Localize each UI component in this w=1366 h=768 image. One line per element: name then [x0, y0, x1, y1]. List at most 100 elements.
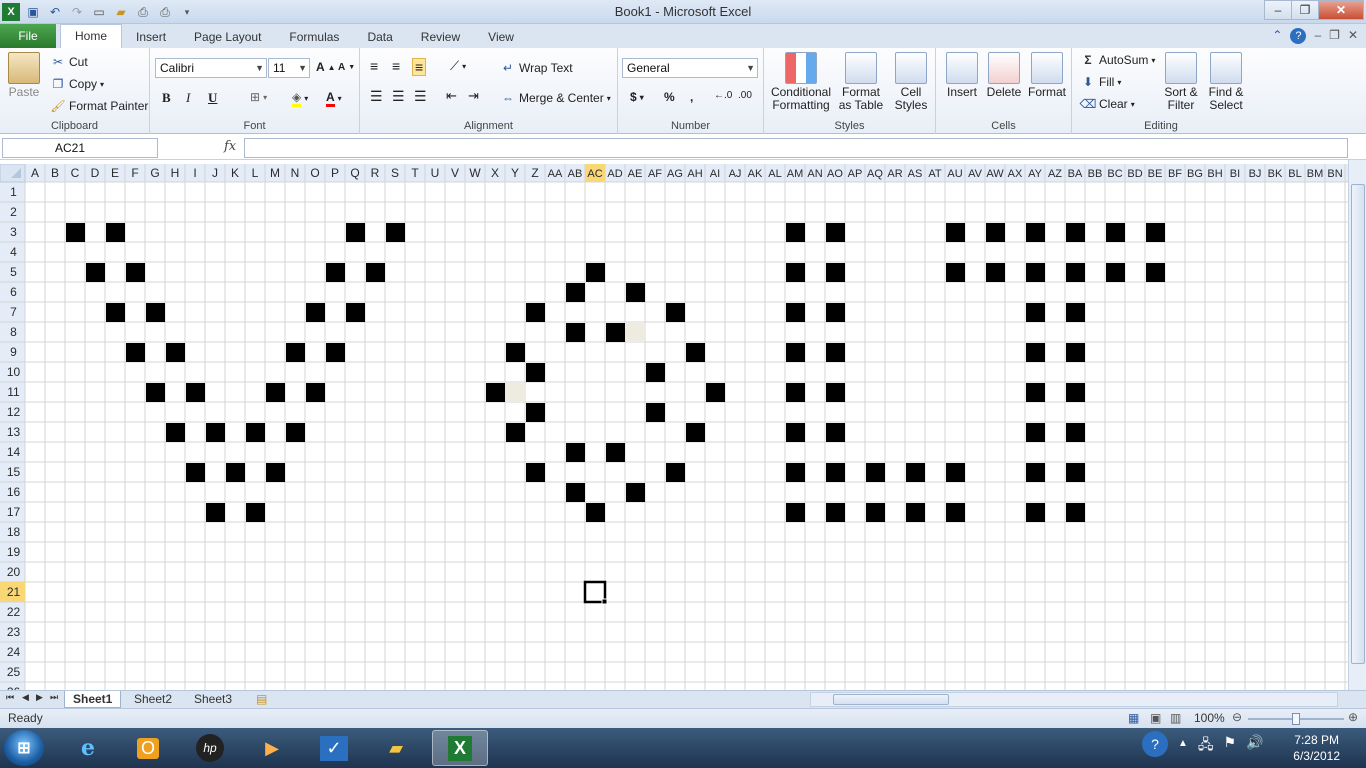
- filled-cell-F5[interactable]: [126, 263, 145, 282]
- filled-cell-AM3[interactable]: [786, 223, 805, 242]
- column-header-AL[interactable]: AL: [768, 168, 781, 180]
- filled-cell-AU17[interactable]: [946, 503, 965, 522]
- column-header-F[interactable]: F: [131, 166, 138, 180]
- filled-cell-R5[interactable]: [366, 263, 385, 282]
- page-break-view-icon[interactable]: ▥: [1170, 711, 1181, 725]
- row-header-20[interactable]: 20: [7, 565, 21, 579]
- column-header-E[interactable]: E: [111, 166, 119, 180]
- format-as-table-button[interactable]: Format as Table: [836, 52, 886, 112]
- column-header-J[interactable]: J: [212, 166, 218, 180]
- filled-cell-AU15[interactable]: [946, 463, 965, 482]
- borders-button[interactable]: ⊞ ▾: [250, 90, 267, 104]
- filled-cell-AD14[interactable]: [606, 443, 625, 462]
- column-header-AM[interactable]: AM: [787, 168, 804, 180]
- filled-cell-AU3[interactable]: [946, 223, 965, 242]
- sheet-tab-1[interactable]: Sheet1: [64, 691, 122, 708]
- column-header-AX[interactable]: AX: [1008, 168, 1023, 180]
- filled-cell-AG15[interactable]: [666, 463, 685, 482]
- column-header-AN[interactable]: AN: [807, 168, 822, 180]
- row-header-22[interactable]: 22: [7, 605, 21, 619]
- filled-cell-M11[interactable]: [266, 383, 285, 402]
- filled-cell-AC17[interactable]: [586, 503, 605, 522]
- filled-cell-O7[interactable]: [306, 303, 325, 322]
- filled-cell-AO7[interactable]: [826, 303, 845, 322]
- insert-sheet-icon[interactable]: ▤: [248, 691, 275, 708]
- row-header-13[interactable]: 13: [7, 425, 21, 439]
- row-header-16[interactable]: 16: [7, 485, 21, 499]
- filled-cell-AO17[interactable]: [826, 503, 845, 522]
- orientation-button[interactable]: ⟋ ▾: [450, 58, 466, 74]
- column-header-W[interactable]: W: [469, 166, 481, 180]
- row-header-11[interactable]: 11: [7, 385, 20, 399]
- column-header-AU[interactable]: AU: [947, 168, 962, 180]
- row-header-17[interactable]: 17: [7, 505, 21, 519]
- workbook-minimize-icon[interactable]: –: [1314, 28, 1321, 44]
- tab-formulas[interactable]: Formulas: [275, 26, 353, 48]
- filled-cell-P5[interactable]: [326, 263, 345, 282]
- column-header-AE[interactable]: AE: [628, 168, 643, 180]
- zoom-out-icon[interactable]: ⊖: [1232, 710, 1242, 724]
- filled-cell-AE6[interactable]: [626, 283, 645, 302]
- filled-cell-AB14[interactable]: [566, 443, 585, 462]
- font-size-select[interactable]: 11 ▼: [268, 58, 310, 78]
- filled-cell-N13[interactable]: [286, 423, 305, 442]
- decrease-decimal-button[interactable]: .00: [738, 90, 752, 101]
- delete-cells-button[interactable]: Delete: [984, 52, 1024, 99]
- row-header-2[interactable]: 2: [10, 205, 17, 219]
- column-header-N[interactable]: N: [291, 166, 300, 180]
- column-header-P[interactable]: P: [331, 166, 339, 180]
- name-box[interactable]: AC21: [2, 138, 158, 158]
- filled-cell-AW5[interactable]: [986, 263, 1005, 282]
- cell-styles-button[interactable]: Cell Styles: [888, 52, 934, 112]
- column-header-U[interactable]: U: [431, 166, 440, 180]
- filled-cell-AY9[interactable]: [1026, 343, 1045, 362]
- row-header-21[interactable]: 21: [7, 585, 21, 599]
- column-header-Z[interactable]: Z: [531, 166, 538, 180]
- worksheet-grid[interactable]: A B C D E F G H I J K L M N O P Q R S T U V W X Y Z AA AB AC AD AE AF AG…: [0, 164, 1348, 690]
- column-header-L[interactable]: L: [252, 166, 259, 180]
- shaded-cell-AE8[interactable]: [626, 323, 645, 342]
- filled-cell-Y9[interactable]: [506, 343, 525, 362]
- filled-cell-BA17[interactable]: [1066, 503, 1085, 522]
- filled-cell-H13[interactable]: [166, 423, 185, 442]
- underline-button[interactable]: U: [208, 90, 217, 106]
- first-sheet-icon[interactable]: ⏮: [6, 692, 14, 703]
- filled-cell-D5[interactable]: [86, 263, 105, 282]
- prev-sheet-icon[interactable]: ◀: [22, 692, 29, 703]
- filled-cell-BA11[interactable]: [1066, 383, 1085, 402]
- column-header-O[interactable]: O: [310, 166, 319, 180]
- filled-cell-BC5[interactable]: [1106, 263, 1125, 282]
- next-sheet-icon[interactable]: ▶: [36, 692, 43, 703]
- column-header-BD[interactable]: BD: [1127, 168, 1142, 180]
- filled-cell-BA9[interactable]: [1066, 343, 1085, 362]
- filled-cell-J13[interactable]: [206, 423, 225, 442]
- checkmark-app-icon[interactable]: ✓: [306, 730, 362, 766]
- filled-cell-AF10[interactable]: [646, 363, 665, 382]
- sheet-tab-2[interactable]: Sheet2: [126, 691, 180, 708]
- zoom-in-icon[interactable]: ⊕: [1348, 710, 1358, 724]
- tab-view[interactable]: View: [474, 26, 528, 48]
- row-header-15[interactable]: 15: [7, 465, 21, 479]
- column-header-Q[interactable]: Q: [350, 166, 359, 180]
- column-header-BK[interactable]: BK: [1268, 168, 1283, 180]
- bold-button[interactable]: B: [162, 90, 171, 106]
- row-header-24[interactable]: 24: [7, 645, 21, 659]
- column-header-BF[interactable]: BF: [1168, 168, 1182, 180]
- row-header-5[interactable]: 5: [10, 265, 17, 279]
- font-color-button[interactable]: A ▾: [326, 90, 342, 107]
- filled-cell-AG7[interactable]: [666, 303, 685, 322]
- filled-cell-Z12[interactable]: [526, 403, 545, 422]
- filled-cell-AY5[interactable]: [1026, 263, 1045, 282]
- filled-cell-BA3[interactable]: [1066, 223, 1085, 242]
- hp-icon[interactable]: hp: [182, 730, 238, 766]
- filled-cell-BA7[interactable]: [1066, 303, 1085, 322]
- filled-cell-AE16[interactable]: [626, 483, 645, 502]
- filled-cell-AD8[interactable]: [606, 323, 625, 342]
- column-header-BG[interactable]: BG: [1187, 168, 1203, 180]
- copy-button[interactable]: ❐ Copy ▾: [50, 76, 104, 92]
- close-button[interactable]: ✕: [1318, 0, 1364, 20]
- filled-cell-AM17[interactable]: [786, 503, 805, 522]
- tab-page-layout[interactable]: Page Layout: [180, 26, 275, 48]
- outlook-icon[interactable]: O: [120, 730, 176, 766]
- filled-cell-AF12[interactable]: [646, 403, 665, 422]
